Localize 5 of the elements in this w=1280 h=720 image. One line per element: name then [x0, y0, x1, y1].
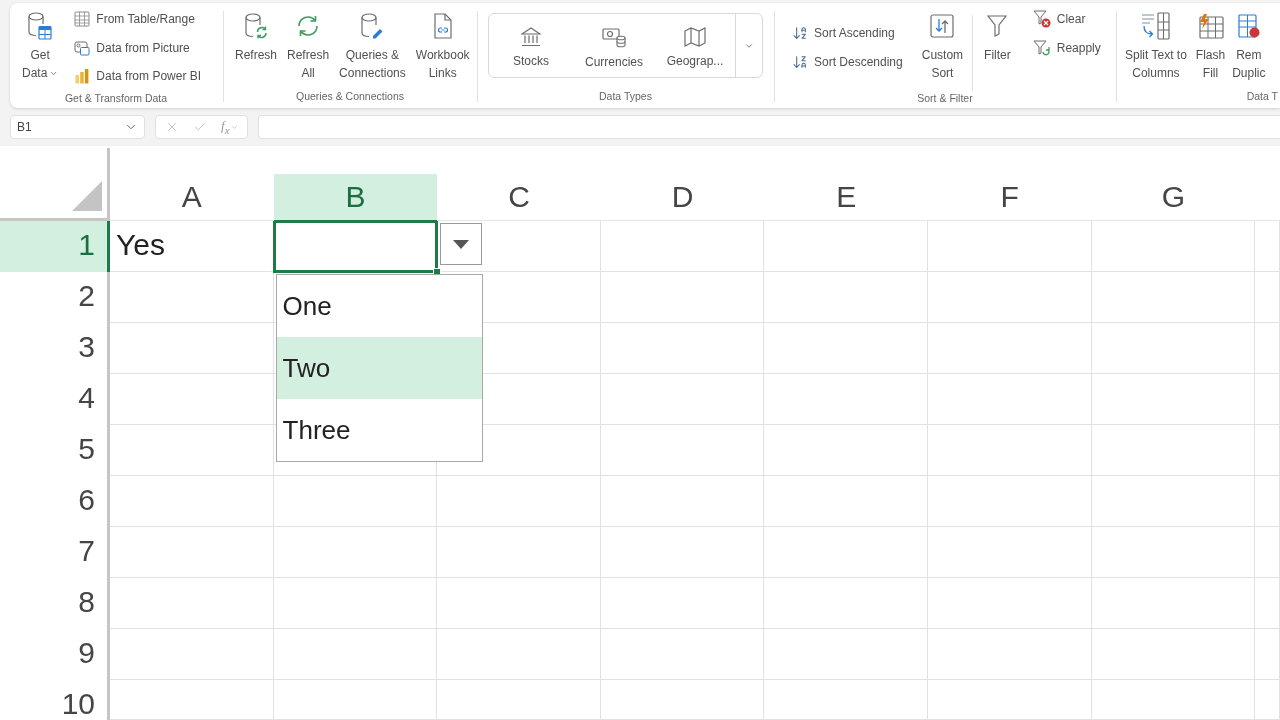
group-label: Sort & Filter — [917, 91, 973, 105]
group-label: Data Types — [599, 89, 652, 103]
group-label: Data T — [1246, 89, 1278, 103]
group-label: Queries & Connections — [296, 89, 404, 103]
group-label: Get & Transform Data — [64, 90, 168, 105]
